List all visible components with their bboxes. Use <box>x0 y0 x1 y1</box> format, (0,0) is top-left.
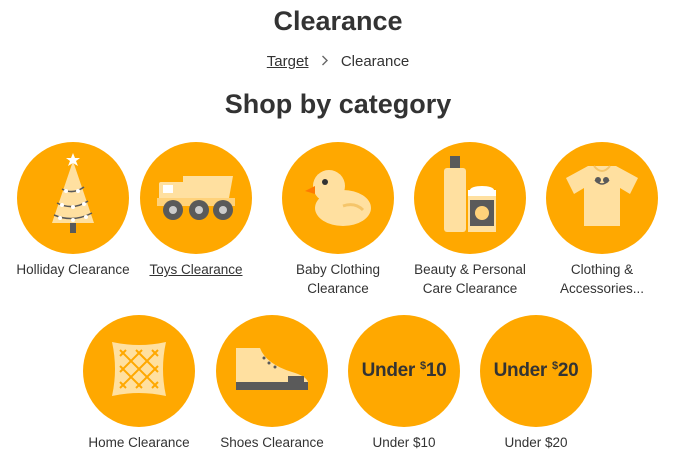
category-label[interactable]: Holliday Clearance <box>8 260 138 279</box>
chevron-right-icon <box>321 54 329 69</box>
shirt-icon <box>564 164 640 233</box>
category-label[interactable]: Clothing & Accessories... <box>537 260 667 298</box>
breadcrumb-link-target[interactable]: Target <box>267 53 309 70</box>
category-holiday-clearance[interactable]: Holliday Clearance <box>8 142 138 279</box>
category-under-10[interactable]: Under $10 Under $10 <box>339 315 469 452</box>
christmas-tree-icon <box>38 151 108 246</box>
category-circle[interactable] <box>83 315 195 427</box>
category-home-clearance[interactable]: Home Clearance <box>74 315 204 452</box>
category-label[interactable]: Shoes Clearance <box>207 433 337 452</box>
breadcrumb-current: Clearance <box>340 53 410 70</box>
badge-price-amount: 10 <box>425 360 447 381</box>
dump-truck-icon <box>153 166 239 231</box>
category-circle[interactable]: Under $20 <box>480 315 592 427</box>
category-circle[interactable] <box>17 142 129 254</box>
category-label[interactable]: Toys Clearance <box>131 260 261 279</box>
category-label[interactable]: Beauty & Personal Care Clearance <box>405 260 535 298</box>
category-label[interactable]: Home Clearance <box>74 433 204 452</box>
category-label[interactable]: Under $10 <box>339 433 469 452</box>
category-circle[interactable] <box>140 142 252 254</box>
category-under-20[interactable]: Under $20 Under $20 <box>471 315 601 452</box>
section-title: Shop by category <box>224 89 452 119</box>
category-label[interactable]: Under $20 <box>471 433 601 452</box>
category-circle[interactable] <box>216 315 328 427</box>
badge-text: Under <box>361 360 416 381</box>
page-title: Clearance <box>273 6 403 36</box>
pillow-icon <box>106 336 172 407</box>
badge-text: Under <box>493 360 548 381</box>
under-20-badge: Under $20 <box>494 360 579 382</box>
breadcrumb: Target Clearance <box>0 53 676 70</box>
category-shoes-clearance[interactable]: Shoes Clearance <box>207 315 337 452</box>
rubber-duck-icon <box>303 164 373 233</box>
category-beauty-personal-care-clearance[interactable]: Beauty & Personal Care Clearance <box>405 142 535 298</box>
category-circle[interactable]: Under $10 <box>348 315 460 427</box>
category-circle[interactable] <box>414 142 526 254</box>
category-circle[interactable] <box>282 142 394 254</box>
under-10-badge: Under $10 <box>362 360 447 382</box>
category-circle[interactable] <box>546 142 658 254</box>
beauty-products-icon <box>438 155 502 241</box>
badge-price-amount: 20 <box>557 360 579 381</box>
category-clothing-accessories[interactable]: Clothing & Accessories... <box>537 142 667 298</box>
sneaker-icon <box>232 344 312 399</box>
category-label[interactable]: Baby Clothing Clearance <box>273 260 403 298</box>
category-baby-clothing-clearance[interactable]: Baby Clothing Clearance <box>273 142 403 298</box>
category-toys-clearance[interactable]: Toys Clearance <box>131 142 261 279</box>
